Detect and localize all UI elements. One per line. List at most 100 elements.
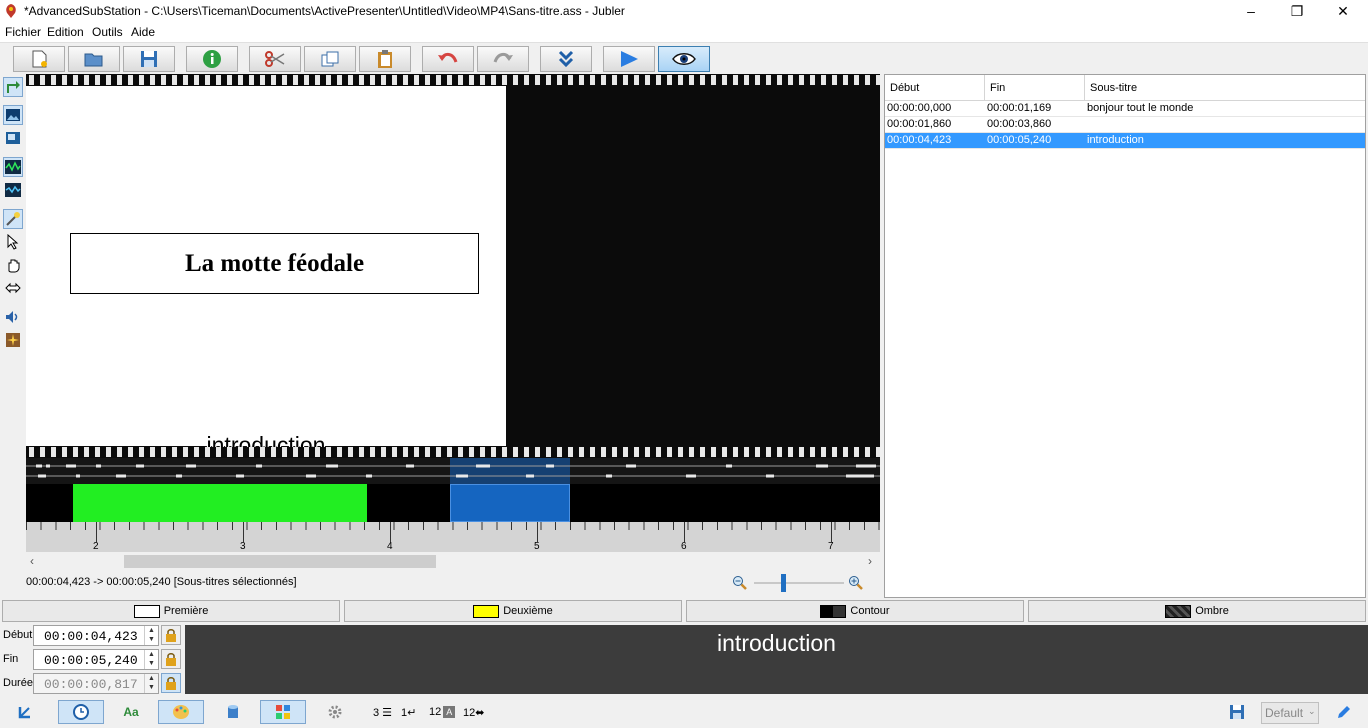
- new-file-button[interactable]: [13, 46, 65, 72]
- column-header-end[interactable]: Fin: [985, 75, 1085, 101]
- start-label: Début: [3, 629, 33, 641]
- time-ruler[interactable]: 2 3 4 5 6 7: [26, 522, 880, 552]
- menu-aide[interactable]: Aide: [131, 25, 155, 39]
- start-lock-button[interactable]: [161, 625, 181, 645]
- width-count-value: 12: [463, 707, 476, 719]
- play-button[interactable]: [603, 46, 655, 72]
- info-button[interactable]: [186, 46, 238, 72]
- subtitle-text-editor[interactable]: introduction: [185, 625, 1368, 694]
- spinner-arrows-icon[interactable]: ▲ ▼: [144, 674, 158, 693]
- palette-button[interactable]: [158, 700, 204, 724]
- copy-button[interactable]: [304, 46, 356, 72]
- primary-color-button[interactable]: Première: [2, 600, 340, 622]
- video-preview[interactable]: La motte féodale introduction: [26, 74, 880, 458]
- back-button[interactable]: [2, 700, 48, 724]
- paste-button[interactable]: [359, 46, 411, 72]
- waveform-graph: [26, 458, 880, 484]
- secondary-color-button[interactable]: Deuxième: [344, 600, 682, 622]
- menu-fichier[interactable]: Fichier: [5, 25, 41, 39]
- half-frame-tool[interactable]: [3, 128, 23, 148]
- magic-tool[interactable]: [3, 209, 23, 229]
- menu-outils[interactable]: Outils: [92, 25, 123, 39]
- open-file-button[interactable]: [68, 46, 120, 72]
- end-time-field[interactable]: 00:00:05,240 ▲ ▼: [33, 649, 159, 670]
- detach-tool[interactable]: [3, 77, 23, 97]
- end-time-value: 00:00:05,240: [44, 653, 138, 668]
- cell-end: 00:00:01,169: [987, 102, 1052, 114]
- lines-icon: ☰: [379, 707, 393, 719]
- scrollbar-thumb[interactable]: [124, 555, 436, 568]
- column-header-start[interactable]: Début: [885, 75, 985, 101]
- undo-button[interactable]: [422, 46, 474, 72]
- timeline-block-1[interactable]: [73, 484, 367, 522]
- settings-button[interactable]: [312, 700, 358, 724]
- spinner-arrows-icon[interactable]: ▲ ▼: [144, 650, 158, 669]
- outline-color-button[interactable]: Contour: [686, 600, 1024, 622]
- shadow-color-button[interactable]: Ombre: [1028, 600, 1366, 622]
- double-arrow-icon: [5, 282, 21, 294]
- close-button[interactable]: ✕: [1320, 0, 1366, 22]
- ruler-major-tick: [243, 522, 244, 542]
- duration-value: 00:00:00,817: [44, 677, 138, 692]
- column-header-text[interactable]: Sous-titre: [1085, 75, 1365, 101]
- resize-tool[interactable]: [3, 278, 23, 298]
- duration-field[interactable]: 00:00:00,817 ▲ ▼: [33, 673, 159, 694]
- cell-text: introduction: [1087, 134, 1144, 146]
- layer-button[interactable]: [210, 700, 256, 724]
- redo-button[interactable]: [477, 46, 529, 72]
- table-row[interactable]: 00:00:01,860 00:00:03,860: [885, 117, 1365, 133]
- preview-toggle-button[interactable]: [658, 46, 710, 72]
- jump-down-button[interactable]: [540, 46, 592, 72]
- start-time-value: 00:00:04,423: [44, 629, 138, 644]
- minimize-button[interactable]: –: [1228, 0, 1274, 22]
- menu-edition[interactable]: Edition: [47, 25, 84, 39]
- scroll-left-arrow-icon[interactable]: ‹: [30, 554, 34, 568]
- cell-end: 00:00:05,240: [987, 134, 1052, 146]
- start-time-field[interactable]: 00:00:04,423 ▲ ▼: [33, 625, 159, 646]
- subtitle-table[interactable]: Début Fin Sous-titre 00:00:00,000 00:00:…: [884, 74, 1366, 598]
- zoom-out-icon[interactable]: [732, 575, 748, 591]
- pan-tool[interactable]: [3, 255, 23, 275]
- zoom-slider-thumb[interactable]: [781, 574, 786, 592]
- audio-waveform[interactable]: [26, 458, 880, 484]
- style-color-bar: Première Deuxième Contour Ombre: [0, 599, 1368, 623]
- menu-bar: Fichier Edition Outils Aide: [0, 22, 1368, 42]
- edit-style-button[interactable]: [1324, 700, 1364, 724]
- select-tool[interactable]: [3, 232, 23, 252]
- grid-button[interactable]: [260, 700, 306, 724]
- image-icon: [6, 109, 20, 121]
- text-style-icon: Aa: [123, 705, 139, 719]
- save-style-button[interactable]: [1220, 700, 1254, 724]
- scroll-right-arrow-icon[interactable]: ›: [868, 554, 872, 568]
- video-frame-tool[interactable]: [3, 105, 23, 125]
- info-icon: [203, 50, 221, 68]
- timing-button[interactable]: [58, 700, 104, 724]
- timeline-block-selected[interactable]: [450, 484, 570, 522]
- zoom-in-icon[interactable]: [848, 575, 864, 591]
- table-row-selected[interactable]: 00:00:04,423 00:00:05,240 introduction: [885, 133, 1365, 149]
- table-row[interactable]: 00:00:00,000 00:00:01,169 bonjour tout l…: [885, 101, 1365, 117]
- save-button[interactable]: [123, 46, 175, 72]
- maximize-button[interactable]: ❐: [1274, 0, 1320, 22]
- waveform-tool[interactable]: [3, 157, 23, 177]
- duration-lock-button[interactable]: [161, 673, 181, 693]
- zoom-control[interactable]: [730, 572, 870, 594]
- spinner-arrows-icon[interactable]: ▲ ▼: [144, 626, 158, 645]
- duration-label: Durée: [3, 677, 33, 689]
- text-style-button[interactable]: Aa: [108, 700, 154, 724]
- subtitle-timeline[interactable]: [26, 484, 880, 522]
- zoom-slider-track[interactable]: [754, 582, 844, 584]
- cell-end: 00:00:03,860: [987, 118, 1052, 130]
- timeline-scrollbar[interactable]: ‹ ›: [26, 552, 880, 572]
- cut-button[interactable]: [249, 46, 301, 72]
- ruler-minor-ticks: [26, 522, 880, 530]
- style-select[interactable]: Default ⌄: [1261, 702, 1319, 724]
- effects-tool[interactable]: [3, 330, 23, 350]
- save-icon: [1230, 705, 1244, 719]
- ruler-major-tick: [390, 522, 391, 542]
- audio-tool[interactable]: [3, 307, 23, 327]
- lock-icon: [166, 677, 176, 690]
- magic-wand-icon: [6, 212, 20, 226]
- end-lock-button[interactable]: [161, 649, 181, 669]
- spectrum-tool[interactable]: [3, 180, 23, 200]
